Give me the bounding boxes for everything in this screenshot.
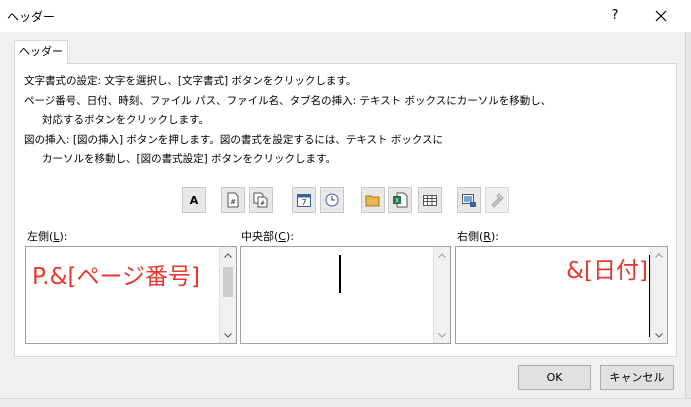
center-section-field[interactable] [240, 246, 451, 344]
window-edge [685, 32, 691, 407]
background-sheet-strip [0, 398, 691, 407]
chevron-down-icon [224, 332, 232, 338]
insert-time-icon [325, 193, 339, 207]
instruction-line: カーソルを移動し、[図の書式設定] ボタンをクリックします。 [42, 153, 336, 165]
close-icon [655, 10, 667, 22]
chevron-up-icon [224, 252, 232, 258]
instructions: 文字書式の設定: 文字を選択し、[文字書式] ボタンをクリックします。 ページ番… [24, 72, 664, 170]
left-section-text: P.&[ページ番号] [32, 264, 201, 290]
scroll-up-button[interactable] [434, 247, 450, 263]
insert-file-path-button[interactable] [361, 187, 385, 213]
instruction-line: 図の挿入: [図の挿入] ボタンを押します。図の書式を設定するには、テキスト ボ… [24, 133, 444, 146]
insert-sheet-name-button[interactable] [418, 187, 442, 213]
tab-header[interactable]: ヘッダー [14, 40, 68, 64]
svg-text:#: # [230, 198, 236, 206]
instruction-line: ページ番号、日付、時刻、ファイル パス、ファイル名、タブ名の挿入: テキスト ボ… [24, 94, 552, 107]
insert-date-icon: 7 [297, 194, 311, 207]
insert-number-of-pages-icon: # [253, 192, 268, 208]
insert-page-number-icon: # [227, 192, 239, 208]
format-text-button[interactable]: A [182, 187, 206, 213]
left-scrollbar[interactable] [219, 247, 236, 343]
text-caret [339, 255, 341, 293]
chevron-up-icon [438, 252, 446, 258]
right-section-field[interactable]: &[日付] [455, 246, 668, 344]
right-section-text: &[日付] [566, 258, 648, 284]
insert-picture-icon [462, 194, 476, 207]
window-title: ヘッダー [7, 10, 56, 24]
insert-number-of-pages-button[interactable]: # [249, 187, 273, 213]
scroll-up-button[interactable] [651, 247, 667, 263]
insert-date-button[interactable]: 7 [292, 187, 316, 213]
scroll-down-button[interactable] [434, 327, 450, 343]
title-bar: ヘッダー ? [0, 0, 691, 32]
right-section-label: 右側(R): [457, 230, 499, 243]
cancel-button[interactable]: キャンセル [600, 365, 674, 390]
insert-time-button[interactable] [320, 187, 344, 213]
format-text-icon: A [189, 193, 199, 207]
right-scrollbar[interactable] [650, 247, 667, 343]
svg-text:#: # [260, 200, 265, 207]
instruction-line: 文字書式の設定: 文字を選択し、[文字書式] ボタンをクリックします。 [24, 75, 357, 87]
chevron-down-icon [655, 332, 663, 338]
insert-picture-button[interactable] [457, 187, 481, 213]
chevron-down-icon [438, 332, 446, 338]
insert-file-path-icon [365, 195, 380, 207]
scroll-down-button[interactable] [220, 327, 236, 343]
help-button[interactable]: ? [600, 4, 630, 28]
chevron-up-icon [655, 252, 663, 258]
scroll-thumb[interactable] [223, 267, 233, 297]
left-section-label: 左側(L): [27, 230, 68, 243]
insert-file-name-icon: X [393, 192, 408, 208]
center-section-label: 中央部(C): [241, 230, 294, 243]
insert-file-name-button[interactable]: X [388, 187, 412, 213]
close-button[interactable] [644, 4, 678, 28]
svg-text:7: 7 [301, 198, 306, 207]
insert-page-number-button[interactable]: # [221, 187, 245, 213]
scroll-down-button[interactable] [651, 327, 667, 343]
insert-sheet-name-icon [423, 195, 437, 206]
instruction-line: 対応するボタンをクリックします。 [42, 114, 209, 126]
scroll-up-button[interactable] [220, 247, 236, 263]
format-picture-icon [491, 193, 504, 208]
format-picture-button[interactable] [485, 187, 509, 213]
center-scrollbar[interactable] [433, 247, 450, 343]
left-section-field[interactable]: P.&[ページ番号] [25, 246, 237, 344]
ok-button[interactable]: OK [518, 365, 591, 390]
svg-text:X: X [395, 198, 399, 205]
